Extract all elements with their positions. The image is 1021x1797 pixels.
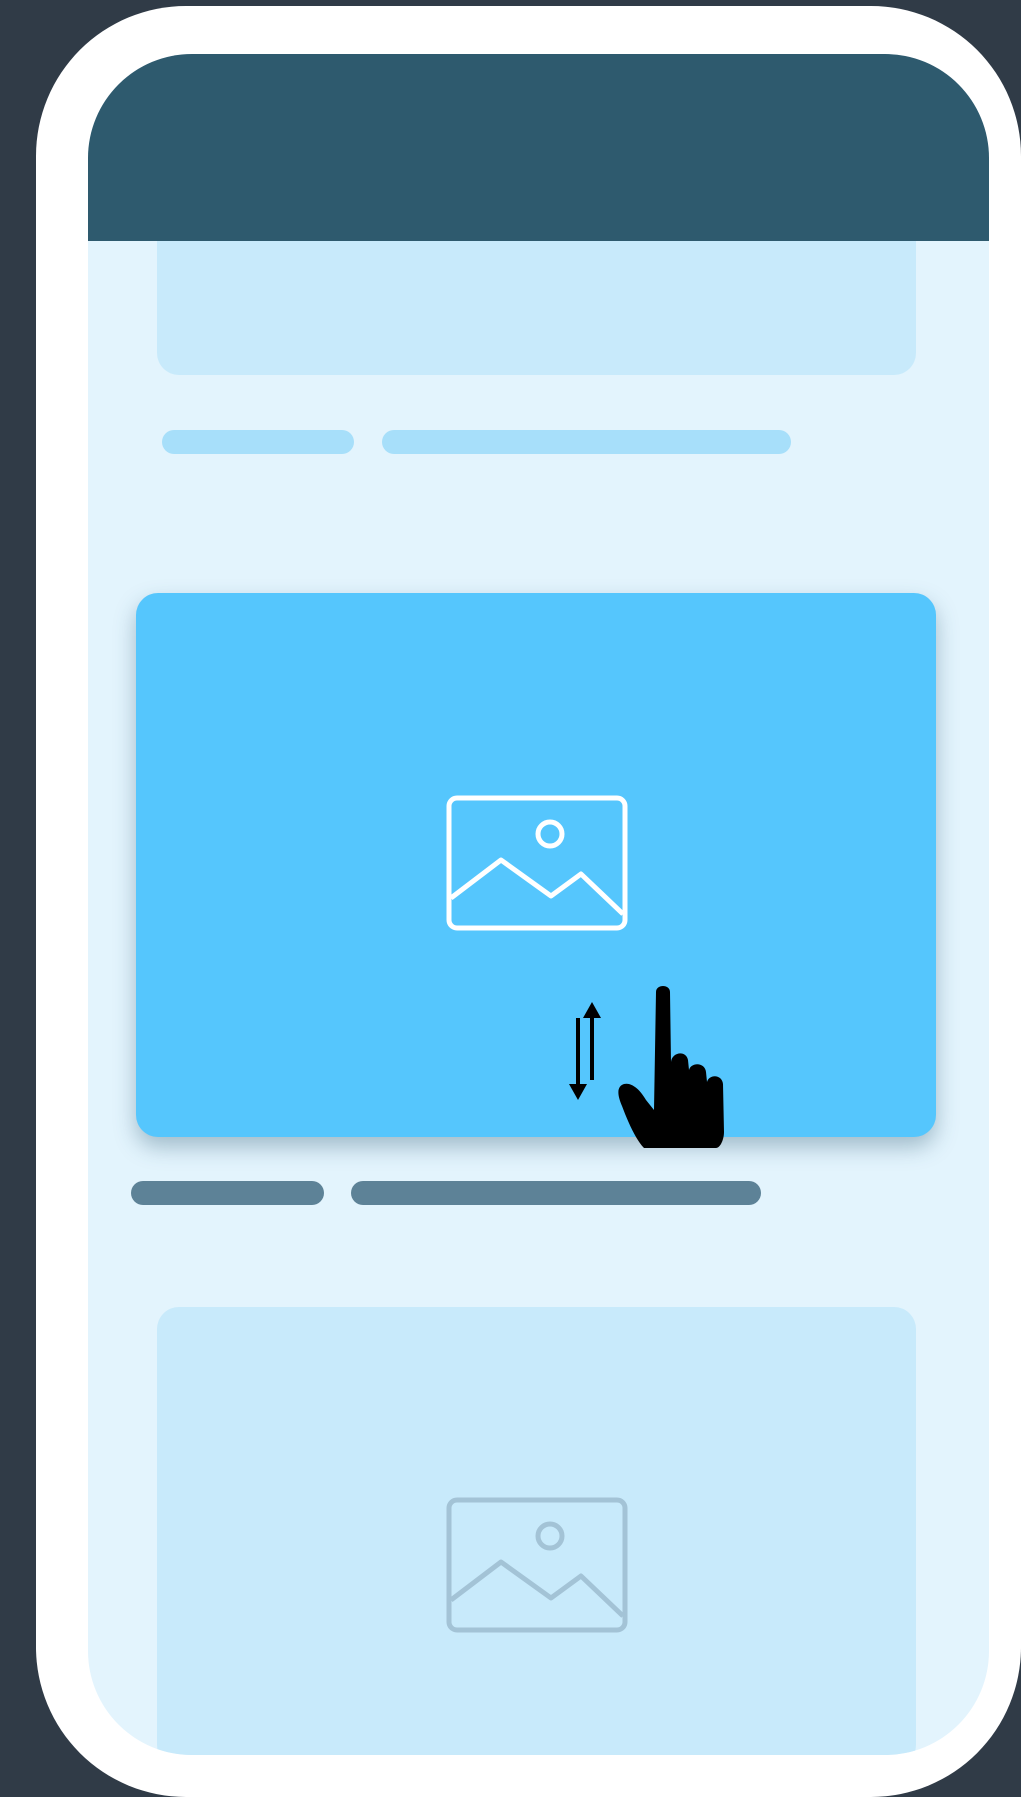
illustration-stage [0,0,1021,1797]
up-down-arrows-icon [569,1002,601,1100]
text-placeholder-line [351,1181,761,1205]
image-placeholder-icon [446,1497,628,1633]
content-card-top[interactable] [157,241,916,375]
text-placeholder-line [382,430,791,454]
hand-pointer-icon [618,986,724,1148]
text-placeholder-line [162,430,354,454]
text-placeholder-line [131,1181,324,1205]
image-placeholder-icon [446,795,628,931]
phone-screen[interactable] [88,54,989,1755]
app-header-bar [88,54,989,241]
